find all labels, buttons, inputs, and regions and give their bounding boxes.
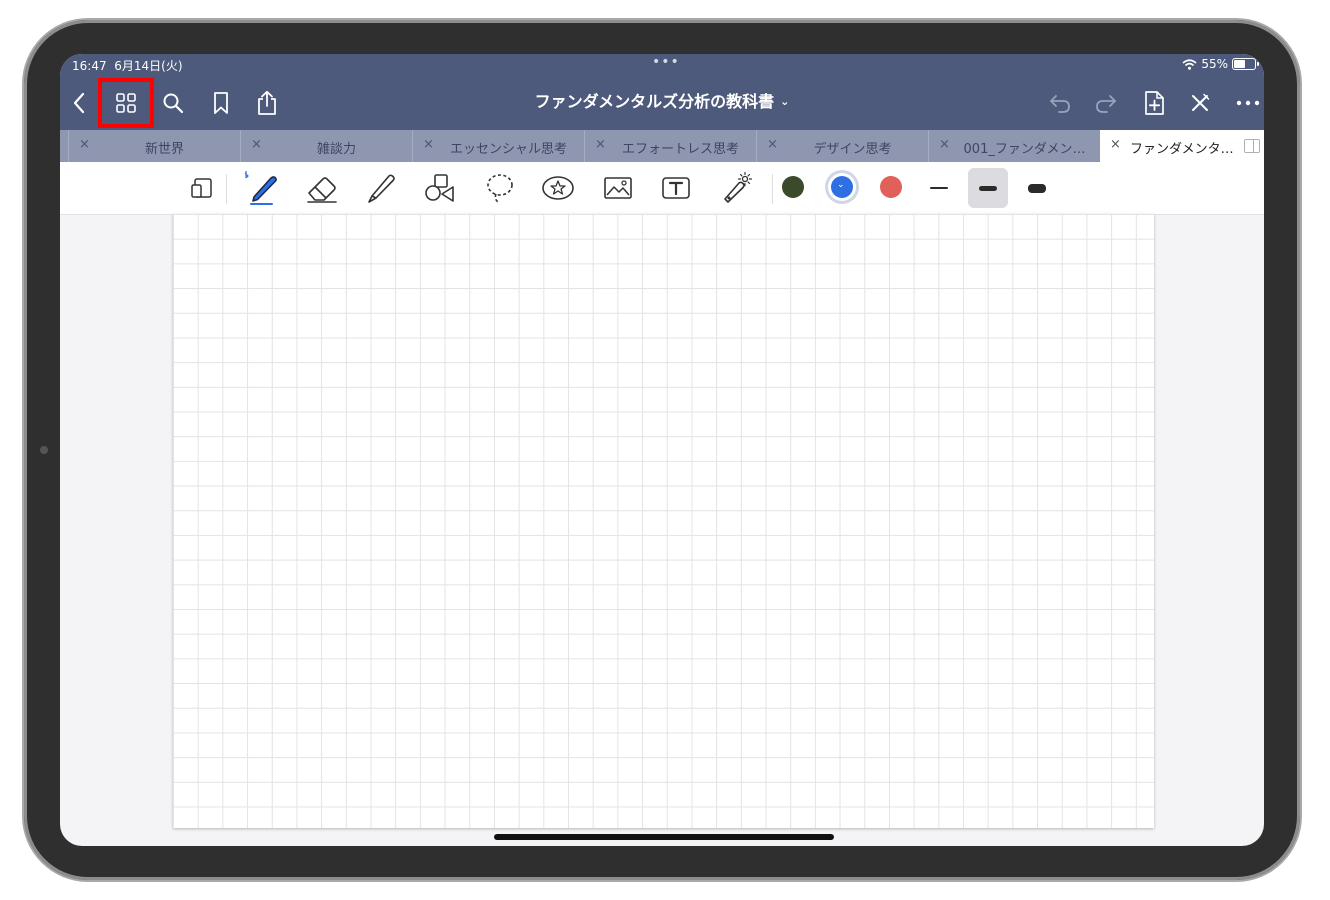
add-page-button[interactable] <box>1136 76 1172 130</box>
tab-label: エッセンシャル思考 <box>449 142 567 157</box>
battery-status: 55% <box>1182 57 1259 71</box>
add-page-icon <box>1145 91 1164 115</box>
stroke-medium-sample <box>979 185 997 191</box>
grid-button-highlight-box <box>98 78 154 128</box>
home-indicator[interactable] <box>494 834 834 840</box>
more-icon <box>1236 100 1260 106</box>
laser-pointer-tool[interactable] <box>716 168 756 208</box>
tab-item[interactable]: × 新世界 <box>68 130 240 162</box>
sticker-icon <box>542 176 574 200</box>
toolbar-divider <box>772 174 773 204</box>
status-time-text: 16:47 <box>72 59 107 73</box>
ipad-screen: 16:47 6月14日(火) ••• 55% ファンダメンタルズ分析の教科書 ⌄… <box>60 54 1264 846</box>
document-title: ファンダメンタルズ分析の教科書 <box>534 92 775 111</box>
stroke-width-thick[interactable] <box>1017 168 1057 208</box>
title-chevron-down-icon: ⌄ <box>780 95 790 108</box>
tab-item-active[interactable]: × ファンダメンタ… <box>1100 130 1264 162</box>
grid-notebook-page[interactable] <box>173 214 1154 828</box>
battery-percent: 55% <box>1201 57 1228 71</box>
redo-button[interactable] <box>1088 76 1124 130</box>
text-tool[interactable] <box>656 168 696 208</box>
back-button[interactable] <box>64 76 94 130</box>
selected-chevron-icon: ⌄ <box>837 180 845 190</box>
sticker-tool[interactable] <box>538 168 578 208</box>
color-swatch-blue[interactable]: ⌄ <box>831 176 853 198</box>
pen-icon <box>244 171 277 205</box>
text-icon <box>662 177 690 199</box>
tab-label: 雑談力 <box>316 142 356 157</box>
shapes-icon <box>425 174 454 202</box>
page-layout-icon <box>191 178 212 198</box>
tab-label: ファンダメンタ… <box>1130 142 1234 157</box>
toolbar-divider <box>226 174 227 204</box>
wifi-icon <box>1182 58 1197 70</box>
tab-item[interactable]: × 001_ファンダメン… <box>928 130 1100 162</box>
battery-fill <box>1234 60 1245 68</box>
laser-pointer-icon <box>724 171 753 203</box>
lasso-tool[interactable] <box>480 168 520 208</box>
search-icon <box>163 93 184 114</box>
document-tab-bar: × 新世界 × 雑談力 × エッセンシャル思考 × エフォートレス思考 × デザ… <box>60 130 1264 162</box>
multitask-dots[interactable]: ••• <box>652 54 680 70</box>
color-swatch-green[interactable] <box>782 176 804 198</box>
page-layout-button[interactable] <box>182 168 222 208</box>
undo-button[interactable] <box>1042 76 1078 130</box>
document-nav-bar: ファンダメンタルズ分析の教科書 ⌄ <box>60 76 1264 130</box>
status-bar: 16:47 6月14日(火) ••• 55% <box>60 54 1264 76</box>
eraser-tool[interactable] <box>302 168 342 208</box>
highlighter-icon <box>368 174 395 203</box>
document-title-menu[interactable]: ファンダメンタルズ分析の教科書 ⌄ <box>460 88 864 112</box>
split-view-icon[interactable] <box>1244 139 1260 153</box>
eraser-icon <box>307 177 337 203</box>
bookmark-button[interactable] <box>204 76 238 130</box>
stroke-width-medium[interactable] <box>968 168 1008 208</box>
pen-tool[interactable] <box>242 168 282 208</box>
stroke-width-thin[interactable] <box>919 168 959 208</box>
shapes-tool[interactable] <box>420 168 460 208</box>
tab-label: 新世界 <box>144 142 184 157</box>
share-button[interactable] <box>250 76 284 130</box>
battery-icon <box>1232 58 1259 70</box>
redo-icon <box>1096 95 1116 113</box>
color-swatch-red[interactable] <box>880 176 902 198</box>
share-icon <box>258 90 276 115</box>
lasso-icon <box>487 174 513 203</box>
tab-close-icon[interactable]: × <box>251 137 262 152</box>
stroke-thick-sample <box>1028 183 1046 193</box>
stroke-thin-sample <box>930 187 948 189</box>
tab-label: デザイン思考 <box>813 142 892 157</box>
bookmark-icon <box>214 92 228 114</box>
undo-icon <box>1050 95 1070 113</box>
tab-item[interactable]: × デザイン思考 <box>756 130 928 162</box>
tab-label: エフォートレス思考 <box>621 142 739 157</box>
tab-close-icon[interactable]: × <box>939 137 950 152</box>
camera-dot <box>40 446 48 454</box>
tab-item[interactable]: × エフォートレス思考 <box>584 130 756 162</box>
tab-item[interactable]: × 雑談力 <box>240 130 412 162</box>
exit-edit-button[interactable] <box>1182 76 1218 130</box>
back-chevron-icon <box>73 92 85 114</box>
status-time: 16:47 6月14日(火) <box>72 57 183 74</box>
tab-close-icon[interactable]: × <box>595 137 606 152</box>
image-icon <box>604 177 632 199</box>
search-button[interactable] <box>156 76 190 130</box>
image-tool[interactable] <box>598 168 638 208</box>
tab-item[interactable]: × エッセンシャル思考 <box>412 130 584 162</box>
tab-close-icon[interactable]: × <box>423 137 434 152</box>
close-pen-icon <box>1192 93 1210 111</box>
tab-close-icon[interactable]: × <box>767 137 778 152</box>
tab-label: 001_ファンダメン… <box>963 142 1086 157</box>
more-button[interactable] <box>1230 76 1264 130</box>
drawing-toolbar: ⌄ <box>60 162 1264 215</box>
status-date-text: 6月14日(火) <box>114 59 183 73</box>
tab-close-icon[interactable]: × <box>79 137 90 152</box>
tab-close-icon[interactable]: × <box>1110 137 1121 152</box>
highlighter-tool[interactable] <box>362 168 402 208</box>
